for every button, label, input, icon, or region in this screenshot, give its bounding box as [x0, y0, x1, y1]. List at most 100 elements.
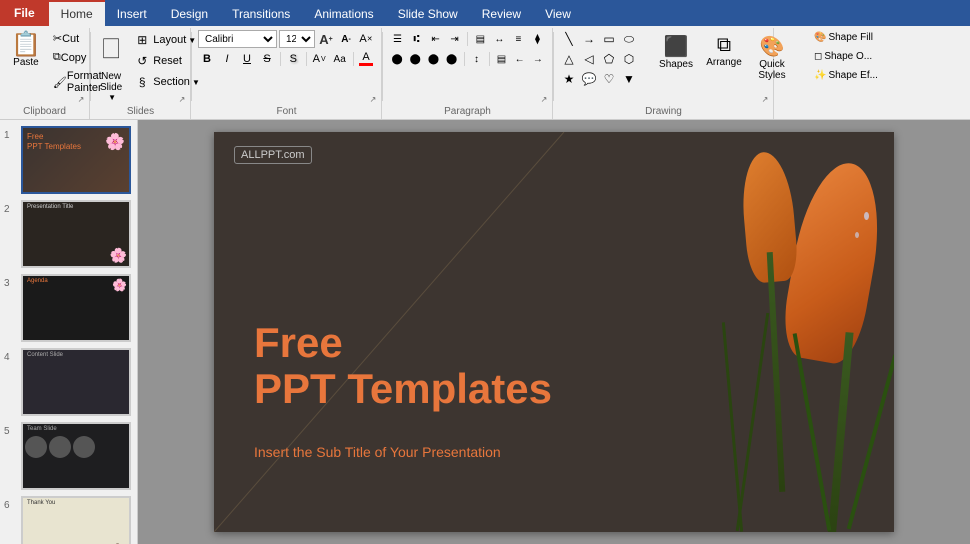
grow-font-button[interactable]: A+ [317, 30, 335, 48]
strikethrough-button[interactable]: S [258, 50, 276, 68]
shapes-icon: ⬛ [664, 34, 689, 59]
justify-button[interactable]: ⬤ [444, 50, 460, 68]
shape-tri[interactable]: △ [560, 50, 578, 68]
tab-transitions[interactable]: Transitions [220, 0, 302, 26]
shape-arrow[interactable]: → [580, 30, 598, 48]
clipboard-expand[interactable]: ↗ [75, 93, 87, 105]
shape-hex[interactable]: ⬡ [620, 50, 638, 68]
paragraph-row2: ⬤ ⬤ ⬤ ⬤ ↕ ▤ ← → [389, 50, 546, 68]
shape-rtri[interactable]: ◁ [580, 50, 598, 68]
rtl-button[interactable]: ← [512, 50, 528, 68]
slide-thumb-3[interactable]: 3 Agenda 🌸 [4, 274, 133, 342]
shape-callout[interactable]: 💬 [580, 70, 598, 88]
slide-canvas[interactable]: ALLPPT.com [214, 132, 894, 532]
drawing-main-buttons: ⬛ Shapes ⧉ Arrange 🎨 Quick Styles [654, 30, 794, 85]
underline-button[interactable]: U [238, 50, 256, 68]
bold-button[interactable]: B [198, 50, 216, 68]
columns-button[interactable]: ▤ [472, 30, 489, 48]
tab-insert[interactable]: Insert [105, 0, 159, 26]
tab-file[interactable]: File [0, 0, 49, 26]
font-size-select[interactable]: 12 [279, 30, 315, 48]
shape-effects-label: Shape Ef... [828, 70, 877, 81]
section-label: Section [153, 76, 190, 88]
ribbon: 📋 Paste ✂ Cut ⧉ Copy 🖌 Format Painter Cl… [0, 26, 970, 120]
italic-button[interactable]: I [218, 50, 236, 68]
text-direction-button[interactable]: ↔ [491, 30, 508, 48]
slide-thumb-5[interactable]: 5 Team Slide [4, 422, 133, 490]
slide-thumb-6[interactable]: 6 Thank You 🏃 [4, 496, 133, 544]
line-spacing-button[interactable]: ↕ [468, 50, 484, 68]
shape-star[interactable]: ★ [560, 70, 578, 88]
shape-grid: ╲ → ▭ ⬭ △ ◁ ⬠ ⬡ ★ 💬 ♡ ▼ [560, 30, 638, 88]
slide-thumb-4[interactable]: 4 Content Slide [4, 348, 133, 416]
slide-image-3: Agenda 🌸 [21, 274, 131, 342]
tab-animations[interactable]: Animations [302, 0, 385, 26]
shape-pent[interactable]: ⬠ [600, 50, 618, 68]
shape-outline-button[interactable]: ◻ Shape O... [810, 49, 882, 64]
slide-title: Free PPT Templates [254, 320, 552, 412]
tab-view[interactable]: View [533, 0, 583, 26]
main-area: 1 FreePPT Templates 🌸 2 Presentation Tit… [0, 120, 970, 544]
font-expand[interactable]: ↗ [367, 93, 379, 105]
paragraph-label: Paragraph [383, 106, 552, 117]
separator5 [464, 52, 465, 66]
arrange-icon: ⧉ [717, 34, 731, 57]
bullets-button[interactable]: ☰ [389, 30, 406, 48]
clear-format-button[interactable]: A✕ [357, 30, 375, 48]
slide-thumb-2[interactable]: 2 Presentation Title 🌸 [4, 200, 133, 268]
shape-line[interactable]: ╲ [560, 30, 578, 48]
quick-styles-icon: 🎨 [760, 34, 785, 59]
tab-home[interactable]: Home [49, 0, 105, 26]
text-shadow-button[interactable]: S [284, 50, 302, 68]
slide-thumb-1[interactable]: 1 FreePPT Templates 🌸 [4, 126, 133, 194]
drawing-expand[interactable]: ↗ [759, 93, 771, 105]
new-slide-icon: 🗌 [102, 33, 120, 71]
tab-bar: File Home Insert Design Transitions Anim… [0, 0, 970, 26]
tab-slideshow[interactable]: Slide Show [386, 0, 470, 26]
columns2-button[interactable]: ▤ [493, 50, 509, 68]
align-text-button[interactable]: ≡ [510, 30, 527, 48]
drawing-group: ╲ → ▭ ⬭ △ ◁ ⬠ ⬡ ★ 💬 ♡ ▼ ⬛ Shapes [554, 28, 774, 119]
align-center-button[interactable]: ⬤ [407, 50, 423, 68]
quick-styles-button[interactable]: 🎨 Quick Styles [750, 30, 794, 85]
shape-rect[interactable]: ▭ [600, 30, 618, 48]
slide-canvas-area: ALLPPT.com [138, 120, 970, 544]
ltr-button[interactable]: → [530, 50, 546, 68]
font-color-button[interactable]: A [357, 50, 375, 68]
paste-button[interactable]: 📋 Paste [6, 30, 46, 71]
copy-icon: ⧉ [53, 51, 61, 64]
convert-smartart-button[interactable]: ⧫ [529, 30, 546, 48]
decrease-indent-button[interactable]: ⇤ [427, 30, 444, 48]
slides-expand[interactable]: ↗ [176, 93, 188, 105]
shape-fill-button[interactable]: 🎨 Shape Fill [810, 30, 882, 45]
shape-outline-label: Shape O... [824, 51, 872, 62]
font-family-select[interactable]: Calibri [198, 30, 277, 48]
shapes-button[interactable]: ⬛ Shapes [654, 30, 698, 85]
tab-design[interactable]: Design [159, 0, 220, 26]
align-left-button[interactable]: ⬤ [389, 50, 405, 68]
font-group: Calibri 12 A+ A- A✕ B I U S S AV Aa [192, 28, 382, 119]
shape-effects-button[interactable]: ✨ Shape Ef... [810, 68, 882, 83]
slide-title-line1: Free [254, 320, 552, 366]
align-right-button[interactable]: ⬤ [425, 50, 441, 68]
shrink-font-button[interactable]: A- [337, 30, 355, 48]
clipboard-label: Clipboard [0, 106, 89, 117]
shape-heart[interactable]: ♡ [600, 70, 618, 88]
char-spacing-button[interactable]: AV [311, 50, 329, 68]
new-slide-button[interactable]: 🗌 New Slide ▼ [97, 30, 125, 105]
numbering-button[interactable]: ⑆ [408, 30, 425, 48]
tab-review[interactable]: Review [470, 0, 533, 26]
slide-subtitle: Insert the Sub Title of Your Presentatio… [254, 444, 501, 460]
slide-title-line2: PPT Templates [254, 366, 552, 412]
paragraph-expand[interactable]: ↗ [538, 93, 550, 105]
shape-more[interactable]: ▼ [620, 70, 638, 88]
arrange-label: Arrange [706, 57, 742, 68]
arrange-button[interactable]: ⧉ Arrange [702, 30, 746, 85]
change-case-button[interactable]: Aa [331, 50, 349, 68]
shapes-label: Shapes [659, 59, 693, 70]
paste-label: Paste [13, 57, 39, 68]
increase-indent-button[interactable]: ⇥ [446, 30, 463, 48]
cut-icon: ✂ [53, 32, 62, 45]
shape-oval[interactable]: ⬭ [620, 30, 638, 48]
slide-num-3: 3 [4, 278, 18, 289]
